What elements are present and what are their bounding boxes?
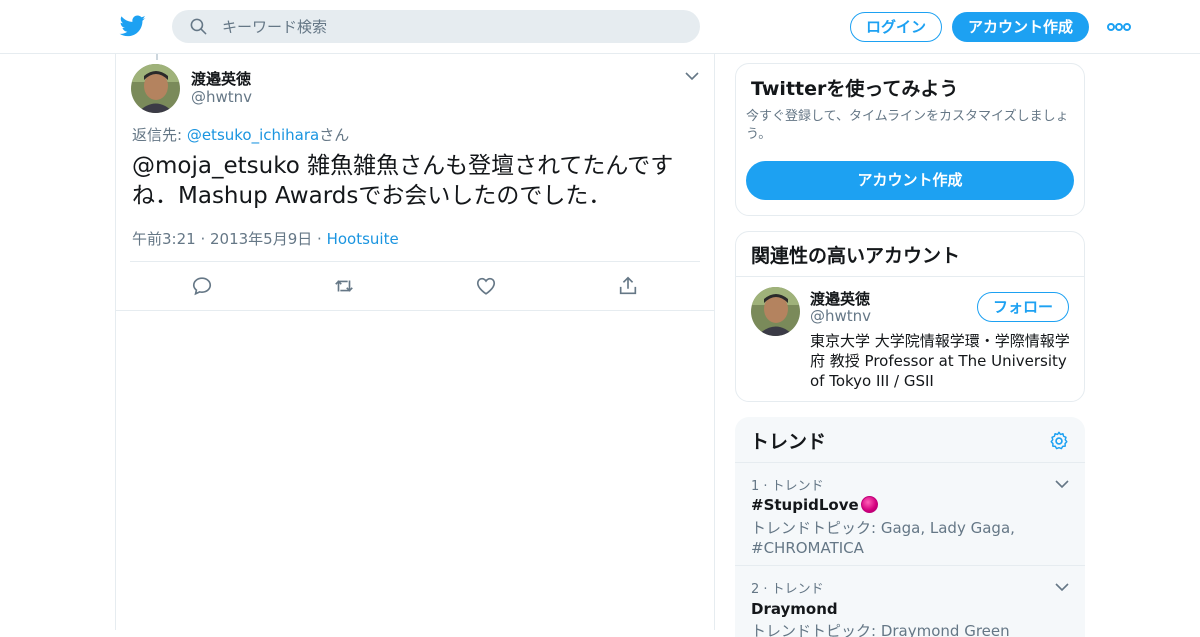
trend-rank: 2 · トレンド (751, 582, 824, 597)
settings-gear-icon[interactable] (1048, 430, 1070, 452)
tweet-source-link[interactable]: Hootsuite (327, 230, 399, 248)
related-accounts-title: 関連性の高いアカウント (751, 245, 961, 267)
login-button[interactable]: ログイン (850, 12, 942, 42)
reply-suffix: さん (319, 126, 350, 144)
avatar[interactable] (131, 64, 180, 113)
related-account-name[interactable]: 渡邉英徳 (810, 288, 870, 309)
top-navigation-bar: ログイン アカウント作成 (0, 0, 1200, 54)
avatar-image (131, 64, 180, 113)
signup-button[interactable]: アカウント作成 (952, 12, 1089, 42)
meta-separator: · (312, 230, 327, 248)
trend-name[interactable]: Draymond (751, 600, 838, 618)
related-accounts-card: 関連性の高いアカウント 渡邉英徳 @hwtnv フォロー 東京大学 大学院情報学… (735, 231, 1085, 402)
divider (736, 276, 1084, 277)
tweet-actions (116, 262, 714, 311)
trend-rank: 1 · トレンド (751, 479, 824, 494)
like-icon[interactable] (475, 275, 497, 297)
pink-ball-emoji-icon (860, 496, 878, 513)
tweet-column: 渡邉英徳 @hwtnv 返信先: @etsuko_ichiharaさん @moj… (115, 54, 715, 630)
search-bar (172, 10, 700, 43)
avatar[interactable] (751, 287, 800, 336)
chevron-down-icon[interactable] (1055, 582, 1069, 592)
follow-button[interactable]: フォロー (977, 292, 1069, 322)
signup-card-description: 今すぐ登録して、タイムラインをカスタマイズしましょう。 (746, 109, 1069, 142)
reply-icon[interactable] (191, 275, 213, 297)
trends-panel: トレンド 1 · トレンド #StupidLove トレンドトピック: Gaga… (735, 417, 1085, 637)
trend-name-text: #StupidLove (751, 496, 859, 514)
twitter-bird-icon[interactable] (119, 13, 147, 39)
thread-connector (156, 54, 158, 60)
author-handle[interactable]: @hwtnv (191, 88, 252, 106)
share-icon[interactable] (617, 275, 639, 297)
reply-prefix: 返信先: (132, 126, 187, 144)
author-name[interactable]: 渡邉英徳 (191, 68, 251, 89)
signup-card: Twitterを使ってみよう 今すぐ登録して、タイムラインをカスタマイズしましょ… (735, 63, 1085, 216)
related-account-handle[interactable]: @hwtnv (810, 307, 871, 325)
chevron-down-icon[interactable] (1055, 479, 1069, 489)
reply-to-link[interactable]: @etsuko_ichihara (187, 126, 319, 144)
tweet-text: @moja_etsuko 雑魚雑魚さんも登壇されてたんですね．Mashup Aw… (132, 153, 674, 209)
search-icon (190, 18, 207, 35)
retweet-icon[interactable] (333, 275, 355, 297)
trend-item[interactable]: 2 · トレンド Draymond トレンドトピック: Draymond Gre… (735, 565, 1085, 637)
related-account-bio: 東京大学 大学院情報学環・学際情報学府 教授 Professor at The … (810, 332, 1070, 390)
signup-card-button[interactable]: アカウント作成 (746, 161, 1074, 200)
chevron-down-icon[interactable] (685, 71, 699, 81)
more-dots-icon[interactable] (1107, 19, 1131, 35)
trend-name[interactable]: #StupidLove (751, 496, 878, 514)
trend-description: トレンドトピック: Draymond Green (751, 622, 1010, 637)
tweet-timestamp[interactable]: 午前3:21 · 2013年5月9日 (132, 230, 312, 248)
tweet-metadata: 午前3:21 · 2013年5月9日 · Hootsuite (132, 228, 399, 249)
avatar-image (751, 287, 800, 336)
reply-context: 返信先: @etsuko_ichiharaさん (132, 124, 349, 145)
trend-item[interactable]: 1 · トレンド #StupidLove トレンドトピック: Gaga, Lad… (735, 462, 1085, 566)
trend-description: トレンドトピック: Gaga, Lady Gaga, #CHROMATICA (751, 519, 1015, 557)
trends-title: トレンド (750, 431, 827, 453)
search-input[interactable] (222, 10, 682, 43)
signup-card-title: Twitterを使ってみよう (751, 78, 959, 100)
